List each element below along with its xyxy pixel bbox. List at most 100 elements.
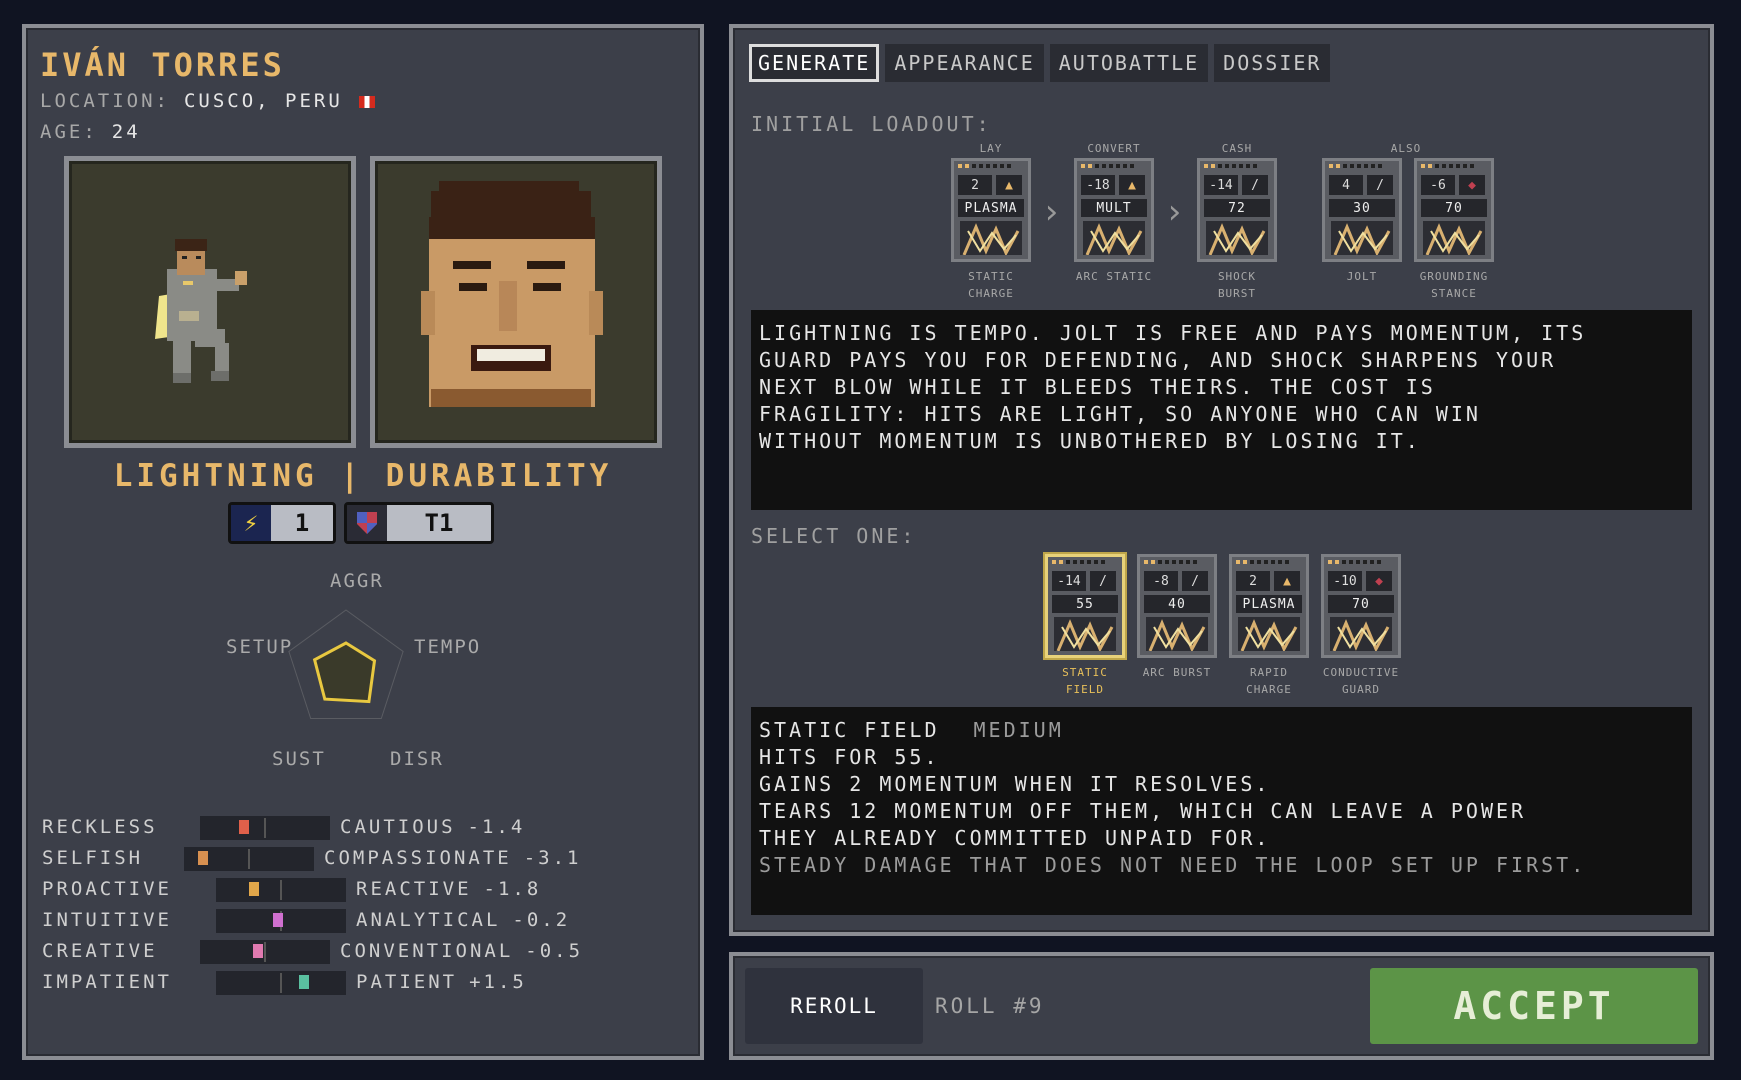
card-name-line: CHARGE [1246, 683, 1292, 696]
trait-slider [200, 816, 330, 840]
trait-marker [252, 944, 263, 958]
trait-marker [239, 820, 249, 834]
tab-dossier[interactable]: DOSSIER [1214, 44, 1331, 82]
card-cost: -18 [1081, 175, 1115, 195]
card-name: CONDUCTIVE GUARD [1313, 664, 1409, 698]
shield-icon [347, 505, 387, 541]
trait-marker [197, 851, 208, 865]
card-name-line: FIELD [1065, 683, 1105, 696]
description-line: GUARD PAYS YOU FOR DEFENDING, AND SHOCK … [759, 348, 1557, 372]
durability-badge-value: T1 [387, 505, 491, 541]
trait-row: RECKLESS CAUTIOUS -1.4 [42, 816, 642, 842]
card-value: 30 [1329, 199, 1395, 217]
tier-pips [958, 164, 1011, 168]
location-value: CUSCO, PERU [183, 90, 343, 112]
character-name: IVÁN TORRES [40, 46, 285, 84]
full-body-portrait [64, 156, 356, 448]
card-value: 40 [1144, 595, 1210, 613]
trait-row: CREATIVE CONVENTIONAL -0.5 [42, 940, 642, 966]
tier-pips [1204, 164, 1257, 168]
reroll-button[interactable]: REROLL [745, 968, 923, 1044]
fighter-sprite [155, 239, 247, 383]
lightning-badge: ⚡ 1 [228, 502, 336, 544]
location-label: LOCATION: [40, 90, 170, 112]
ability-card[interactable]: -10 ◆ 70 [1321, 554, 1401, 658]
card-name: RAPID CHARGE [1221, 664, 1317, 698]
trait-row: INTUITIVE ANALYTICAL -0.2 [42, 909, 642, 935]
ability-card[interactable]: 2 ▲ PLASMA [1229, 554, 1309, 658]
ability-card[interactable]: -14/ 72 [1197, 158, 1277, 262]
detail-title: STATIC FIELD [759, 718, 940, 742]
trait-right-label: CAUTIOUS -1.4 [340, 816, 525, 838]
playstyle-radar-chart [288, 609, 404, 719]
card-art [1238, 617, 1300, 651]
trait-value: -1.8 [483, 878, 542, 900]
generate-panel: GENERATE APPEARANCE AUTOBATTLE DOSSIER I… [729, 24, 1714, 936]
card-value: MULT [1081, 199, 1147, 217]
card-detail: STATIC FIELD MEDIUM HITS FOR 55. GAINS 2 … [751, 707, 1692, 915]
radar-label-aggr: AGGR [330, 570, 384, 592]
tab-autobattle[interactable]: AUTOBATTLE [1049, 44, 1209, 82]
trait-right-label: CONVENTIONAL -0.5 [340, 940, 583, 962]
radar-label-setup: SETUP [226, 636, 294, 658]
detail-line: THEY ALREADY COMMITTED UNPAID FOR. [759, 826, 1271, 850]
card-name: GROUNDING STANCE [1406, 268, 1502, 302]
card-art [1330, 617, 1392, 651]
card-name: JOLT [1314, 268, 1410, 285]
card-art [1331, 221, 1393, 255]
class-title: LIGHTNING | DURABILITY [113, 458, 613, 494]
ability-card[interactable]: 2 ▲ PLASMA [951, 158, 1031, 262]
age-label: AGE: [40, 121, 98, 143]
trait-slider [184, 847, 314, 871]
trait-left-label: IMPATIENT [42, 971, 172, 993]
detail-tag: MEDIUM [973, 718, 1064, 742]
detail-line: TEARS 12 MOMENTUM OFF THEM, WHICH CAN LE… [759, 799, 1527, 823]
card-cost: -10 [1328, 571, 1362, 591]
card-value: PLASMA [958, 199, 1024, 217]
card-name-line: RAPID [1249, 666, 1289, 679]
card-name: ARC STATIC [1066, 268, 1162, 285]
trait-value: -1.4 [467, 816, 526, 838]
trait-left-label: SELFISH [42, 847, 144, 869]
trait-right-name: COMPASSIONATE [324, 847, 512, 869]
roll-counter: ROLL #9 [935, 994, 1045, 1018]
card-name-line: STANCE [1431, 287, 1477, 300]
card-name-line: CHARGE [968, 287, 1014, 300]
select-label: SELECT ONE: [751, 524, 917, 548]
radar-label-sust: SUST [272, 748, 326, 770]
card-art [1423, 221, 1485, 255]
accept-button[interactable]: ACCEPT [1370, 968, 1698, 1044]
durability-badge: T1 [344, 502, 494, 544]
tier-pips [1144, 560, 1197, 564]
card-art [1146, 617, 1208, 651]
card-name-line: GROUNDING [1419, 270, 1489, 283]
trait-right-name: ANALYTICAL [356, 909, 501, 931]
card-value: 70 [1421, 199, 1487, 217]
card-name-line: SHOCK [1217, 270, 1257, 283]
action-bar: REROLL ROLL #9 ACCEPT [729, 952, 1714, 1060]
ability-card[interactable]: -18 ▲ MULT [1074, 158, 1154, 262]
radar-shape [312, 641, 377, 704]
trait-right-label: ANALYTICAL -0.2 [356, 909, 570, 931]
face-sprite [421, 181, 603, 407]
card-cost: 2 [1236, 571, 1270, 591]
trait-marker [273, 913, 283, 927]
sword-icon: / [1242, 175, 1268, 195]
ability-card[interactable]: 4/ 30 [1322, 158, 1402, 262]
card-name: STATIC CHARGE [943, 268, 1039, 302]
tab-appearance[interactable]: APPEARANCE [885, 44, 1044, 82]
ability-card[interactable]: -6 ◆ 70 [1414, 158, 1494, 262]
card-name-line: CONDUCTIVE [1322, 666, 1400, 679]
ability-card[interactable]: -14/ 55 [1045, 554, 1125, 658]
card-cost: -6 [1421, 175, 1455, 195]
group-label-convert: CONVERT [1087, 142, 1141, 155]
card-cost: 2 [958, 175, 992, 195]
ability-card[interactable]: -8/ 40 [1137, 554, 1217, 658]
age-row: AGE: 24 [40, 121, 141, 143]
card-cost: -14 [1052, 571, 1086, 591]
card-name-line: ARC STATIC [1075, 270, 1153, 283]
chevron-right-icon: › [1164, 192, 1185, 232]
trait-slider [216, 909, 346, 933]
tab-generate[interactable]: GENERATE [749, 44, 880, 82]
trait-right-name: PATIENT [356, 971, 458, 993]
